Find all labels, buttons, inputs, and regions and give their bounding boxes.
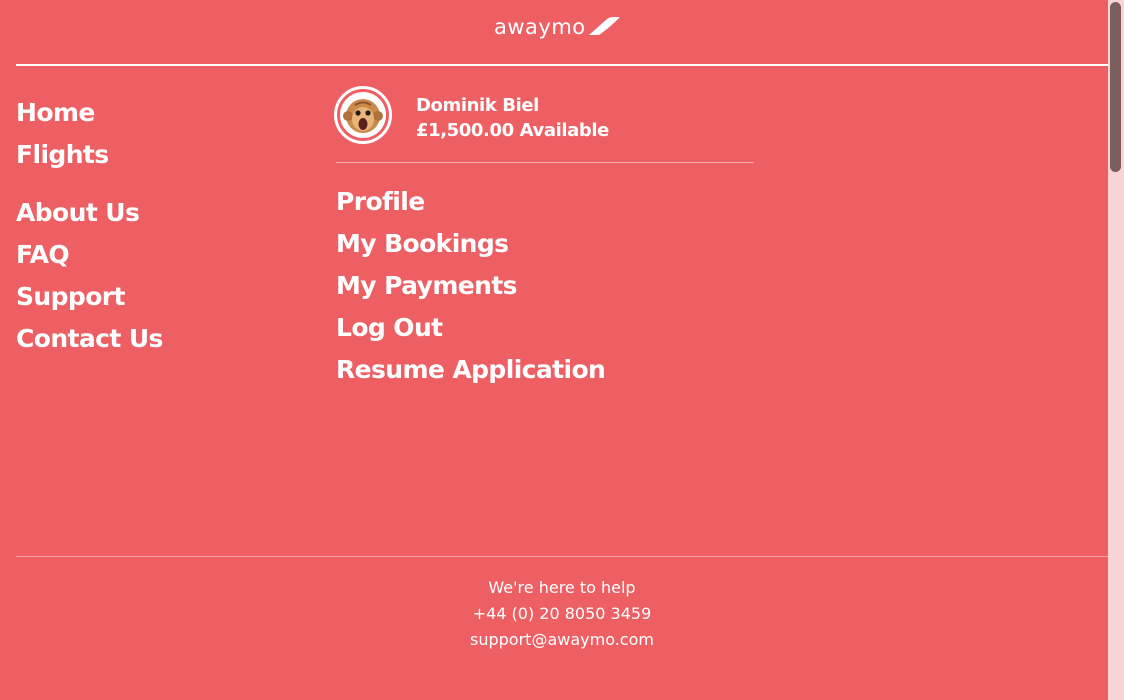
nav-link-flights[interactable]: Flights [16, 134, 316, 176]
awaymo-logo[interactable]: awaymo [494, 14, 621, 40]
logo-text: awaymo [494, 14, 586, 39]
nav-link-log-out[interactable]: Log Out [336, 307, 754, 349]
footer-email: support@awaymo.com [16, 627, 1108, 653]
footer-tagline: We're here to help [488, 578, 636, 597]
available-balance: £1,500.00 Available [416, 120, 609, 141]
account-nav: Profile My Bookings My Payments Log Out … [336, 181, 754, 391]
user-name: Dominik Biel [416, 95, 539, 116]
nav-link-my-bookings[interactable]: My Bookings [336, 223, 754, 265]
header: awaymo × [16, 0, 1124, 66]
vertical-scrollbar[interactable] [1108, 0, 1124, 700]
nav-link-support[interactable]: Support [16, 276, 316, 318]
email-link[interactable]: support@awaymo.com [470, 630, 654, 649]
scrollbar-thumb[interactable] [1110, 2, 1121, 172]
user-summary: Dominik Biel £1,500.00 Available [334, 86, 754, 163]
phone-link[interactable]: +44 (0) 20 8050 3459 [473, 604, 652, 623]
avatar[interactable] [334, 86, 392, 144]
account-panel: Dominik Biel £1,500.00 Available Profile… [334, 86, 754, 391]
footer: We're here to help +44 (0) 20 8050 3459 … [16, 556, 1108, 653]
monkey-face-icon [340, 92, 386, 138]
nav-link-my-payments[interactable]: My Payments [336, 265, 754, 307]
nav-link-resume-application[interactable]: Resume Application [336, 349, 754, 391]
menu-overlay: awaymo × Home Flights About Us FAQ Suppo… [0, 0, 1124, 700]
nav-link-home[interactable]: Home [16, 92, 316, 134]
nav-link-contact-us[interactable]: Contact Us [16, 318, 316, 360]
footer-phone: +44 (0) 20 8050 3459 [16, 601, 1108, 627]
nav-link-profile[interactable]: Profile [336, 181, 754, 223]
nav-link-faq[interactable]: FAQ [16, 234, 316, 276]
wing-swoosh-icon [587, 16, 621, 40]
main-nav: Home Flights About Us FAQ Support Contac… [16, 92, 316, 360]
nav-link-about-us[interactable]: About Us [16, 192, 316, 234]
